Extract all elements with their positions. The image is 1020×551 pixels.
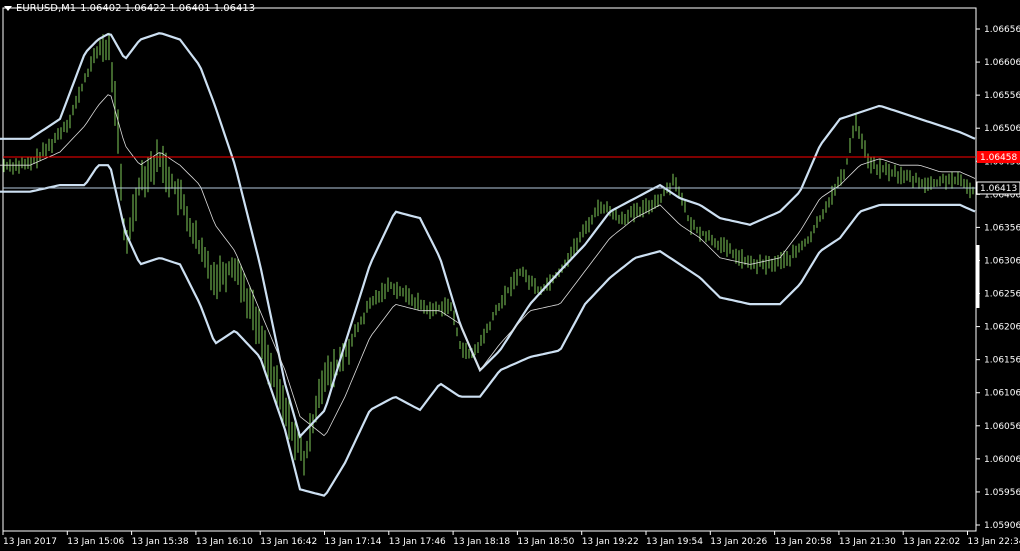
time-axis-label: 13 Jan 15:06 bbox=[67, 537, 124, 547]
symbol-header[interactable]: EURUSD,M1 1.06402 1.06422 1.06401 1.0641… bbox=[4, 3, 255, 14]
time-axis-label: 13 Jan 17:14 bbox=[325, 537, 382, 547]
time-axis-label: 13 Jan 2017 bbox=[3, 537, 57, 547]
middle-band-line bbox=[0, 94, 976, 437]
upper-band-line bbox=[0, 32, 976, 439]
price-axis-label: 1.06256 bbox=[984, 290, 1020, 300]
red-level-tag-label: 1.06458 bbox=[980, 153, 1017, 163]
price-axis-label: 1.06306 bbox=[984, 256, 1020, 266]
dropdown-triangle-icon[interactable] bbox=[4, 6, 12, 11]
price-axis-label: 1.06506 bbox=[984, 124, 1020, 134]
plot-frame bbox=[2, 7, 977, 532]
time-axis-label: 13 Jan 20:58 bbox=[775, 537, 832, 547]
price-axis-label: 1.06056 bbox=[984, 422, 1020, 432]
time-axis-label: 13 Jan 16:10 bbox=[196, 537, 253, 547]
time-axis-label: 13 Jan 18:18 bbox=[453, 537, 510, 547]
time-axis-label: 13 Jan 17:46 bbox=[389, 537, 446, 547]
time-axis-label: 13 Jan 19:54 bbox=[646, 537, 703, 547]
price-axis-label: 1.06356 bbox=[984, 223, 1020, 233]
time-axis-label: 13 Jan 16:42 bbox=[260, 537, 317, 547]
price-axis-label: 1.06656 bbox=[984, 25, 1020, 35]
price-axis-label: 1.05906 bbox=[984, 521, 1020, 531]
price-axis-label: 1.06156 bbox=[984, 356, 1020, 366]
time-axis-label: 13 Jan 15:38 bbox=[132, 537, 189, 547]
price-axis-label: 1.06606 bbox=[984, 58, 1020, 68]
bid-price-tag-label: 1.06413 bbox=[980, 184, 1017, 194]
time-axis-label: 13 Jan 21:30 bbox=[839, 537, 896, 547]
chart-window[interactable]: 1.066561.066061.065561.065061.064561.064… bbox=[0, 0, 1020, 551]
price-axis-label: 1.06106 bbox=[984, 389, 1020, 399]
time-axis-label: 13 Jan 22:02 bbox=[903, 537, 960, 547]
time-axis-label: 13 Jan 19:22 bbox=[582, 537, 639, 547]
price-axis-label: 1.05956 bbox=[984, 488, 1020, 498]
time-axis-label: 13 Jan 22:34 bbox=[968, 537, 1020, 547]
time-axis-label: 13 Jan 20:26 bbox=[710, 537, 767, 547]
time-axis-label: 13 Jan 18:50 bbox=[517, 537, 574, 547]
ohlc-values: 1.06402 1.06422 1.06401 1.06413 bbox=[80, 3, 256, 14]
price-axis-label: 1.06556 bbox=[984, 91, 1020, 101]
price-axis-label: 1.06006 bbox=[984, 455, 1020, 465]
price-axis-label: 1.06206 bbox=[984, 323, 1020, 333]
price-chart[interactable]: 1.066561.066061.065561.065061.064561.064… bbox=[0, 0, 1020, 551]
symbol-name: EURUSD,M1 bbox=[16, 3, 77, 14]
